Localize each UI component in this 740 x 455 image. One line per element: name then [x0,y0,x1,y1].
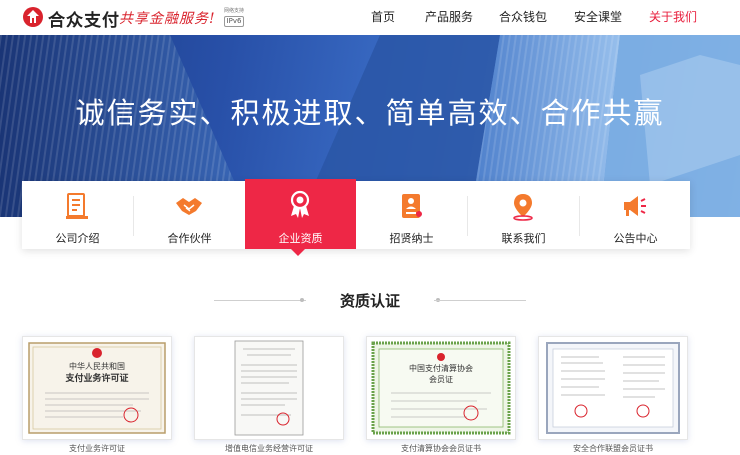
megaphone-icon [624,196,646,216]
about-tabs: 公司介绍 合作伙伴 企业资质 招贤纳士 联系我们 公告中心 [22,179,691,249]
certificate-image: 中国支付清算协会 会员证 [371,341,511,435]
tab-partners[interactable]: 合作伙伴 [134,181,245,249]
ipv6-label: IPv6 [224,16,244,27]
tab-label: 合作伙伴 [167,232,212,245]
certificate-image: 中华人民共和国 支付业务许可证 [28,342,166,434]
document-icon [66,193,88,219]
top-header: 合众支付 共享金融服务! 网络支持 IPv6 首页 产品服务 合众钱包 安全课堂… [0,0,740,35]
logo-name[interactable]: 合众支付 [48,6,120,31]
certificate-caption: 支付业务许可证 [69,444,125,453]
resume-icon [402,194,422,218]
certificate-payment-license[interactable]: 中华人民共和国 支付业务许可证 [22,336,172,440]
certificate-caption: 安全合作联盟会员证书 [573,444,653,453]
certificate-security-alliance[interactable] [538,336,688,440]
handshake-icon [176,198,202,215]
tab-label: 公司介绍 [55,232,100,245]
nav-about-us[interactable]: 关于我们 [649,0,697,35]
tab-label: 企业资质 [278,232,323,245]
title-line-left [214,300,306,301]
cert-title-line2: 会员证 [429,374,453,384]
active-tab-pointer [291,249,305,256]
tab-label: 招贤纳士 [389,232,434,245]
certificate-image [546,342,680,434]
certificate-telecom-license[interactable] [194,336,344,440]
award-badge-icon [290,190,310,218]
tab-contact-us[interactable]: 联系我们 [468,181,579,249]
ipv6-caption: 网络支持 [223,8,244,14]
cert-title-line1: 中国支付清算协会 [409,363,473,373]
nav-security-class[interactable]: 安全课堂 [574,0,622,35]
banner-slogan: 诚信务实、积极进取、简单高效、合作共赢 [75,96,665,130]
nav-wallet[interactable]: 合众钱包 [499,0,547,35]
location-pin-icon [513,194,533,221]
tab-label: 联系我们 [501,232,546,245]
ipv6-badge: 网络支持 IPv6 [223,7,245,28]
tab-label: 公告中心 [613,232,658,245]
slogan: 共享金融服务! [119,11,216,27]
cert-title-line1: 中华人民共和国 [69,361,125,371]
certificate-clearing-association[interactable]: 中国支付清算协会 会员证 [366,336,516,440]
certificate-caption: 支付清算协会会员证书 [401,444,481,453]
section-title: 资质认证 [339,292,400,310]
title-line-right [434,300,526,301]
tab-announcements[interactable]: 公告中心 [580,181,691,249]
logo-icon[interactable] [22,6,44,28]
nav-products[interactable]: 产品服务 [425,0,473,35]
cert-title-line2: 支付业务许可证 [64,372,128,384]
certificate-caption: 增值电信业务经营许可证 [225,444,313,453]
tab-recruitment[interactable]: 招贤纳士 [356,181,467,249]
nav-home[interactable]: 首页 [371,0,395,35]
tab-qualifications[interactable]: 企业资质 [245,179,356,249]
tab-company-intro[interactable]: 公司介绍 [22,181,133,249]
certificate-image [234,340,304,436]
